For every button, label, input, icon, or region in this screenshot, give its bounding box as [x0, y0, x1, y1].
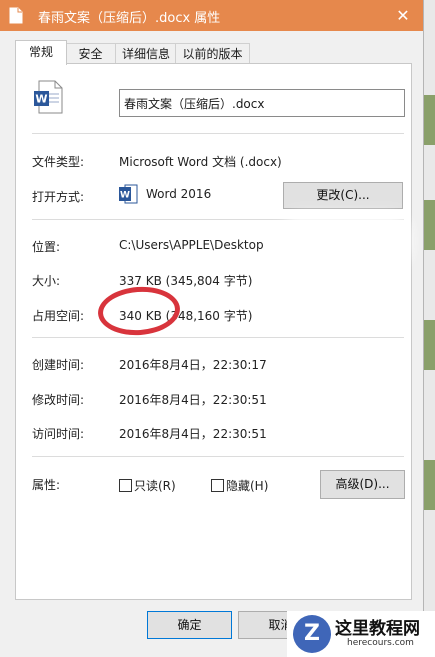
close-button[interactable]: ✕ — [383, 0, 423, 31]
svg-text:W: W — [120, 191, 130, 201]
opens-with-value: Word 2016 — [146, 187, 212, 201]
background-window-strip — [424, 200, 435, 250]
close-icon: ✕ — [396, 6, 410, 25]
properties-dialog: 春雨文案（压缩后）.docx 属性 ✕ 常规 安全 详细信息 以前的版本 W 春… — [0, 0, 424, 657]
redacted-blur — [282, 214, 410, 268]
word-document-icon: W — [34, 80, 63, 114]
opens-with-label: 打开方式: — [32, 190, 85, 204]
readonly-checkbox[interactable] — [119, 479, 132, 492]
separator — [32, 337, 404, 338]
document-icon — [9, 7, 23, 24]
accessed-label: 访问时间: — [32, 427, 85, 441]
tab-previous-versions[interactable]: 以前的版本 — [175, 43, 250, 64]
hidden-checkbox[interactable] — [211, 479, 224, 492]
word-app-icon: W — [119, 184, 138, 204]
created-value: 2016年8月4日，22:30:17 — [119, 358, 267, 372]
general-panel: W 春雨文案（压缩后）.docx 文件类型: Microsoft Word 文档… — [15, 63, 412, 600]
background-window-strip — [424, 95, 435, 145]
watermark-url: herecours.com — [347, 638, 414, 648]
readonly-label[interactable]: 只读(R) — [134, 477, 176, 494]
tab-security[interactable]: 安全 — [65, 43, 116, 64]
accessed-value: 2016年8月4日，22:30:51 — [119, 427, 267, 441]
size-on-disk-label: 占用空间: — [32, 309, 85, 323]
separator — [32, 133, 404, 134]
background-window-strip — [424, 320, 435, 370]
advanced-button[interactable]: 高级(D)... — [320, 470, 405, 499]
created-label: 创建时间: — [32, 358, 85, 372]
background-window-strip — [424, 460, 435, 510]
location-value: C:\Users\APPLE\Desktop — [119, 238, 264, 252]
file-name-field[interactable]: 春雨文案（压缩后）.docx — [119, 89, 405, 117]
file-type-value: Microsoft Word 文档 (.docx) — [119, 155, 282, 169]
separator — [32, 456, 404, 457]
title-bar[interactable]: 春雨文案（压缩后）.docx 属性 ✕ — [0, 0, 423, 31]
watermark-title: 这里教程网 — [335, 619, 420, 639]
size-label: 大小: — [32, 274, 61, 288]
tab-details[interactable]: 详细信息 — [115, 43, 177, 64]
location-label: 位置: — [32, 240, 61, 254]
file-name-value: 春雨文案（压缩后）.docx — [124, 97, 265, 111]
file-type-label: 文件类型: — [32, 155, 85, 169]
change-button[interactable]: 更改(C)... — [283, 182, 403, 209]
svg-text:W: W — [35, 93, 47, 106]
window-title: 春雨文案（压缩后）.docx 属性 — [38, 11, 221, 26]
modified-value: 2016年8月4日，22:30:51 — [119, 393, 267, 407]
attributes-label: 属性: — [32, 478, 61, 492]
hidden-label[interactable]: 隐藏(H) — [226, 477, 268, 494]
tab-general[interactable]: 常规 — [15, 40, 67, 65]
site-watermark: Z 这里教程网 herecours.com — [287, 611, 435, 657]
ok-button[interactable]: 确定 — [147, 611, 232, 639]
modified-label: 修改时间: — [32, 393, 85, 407]
watermark-logo: Z — [293, 615, 331, 653]
